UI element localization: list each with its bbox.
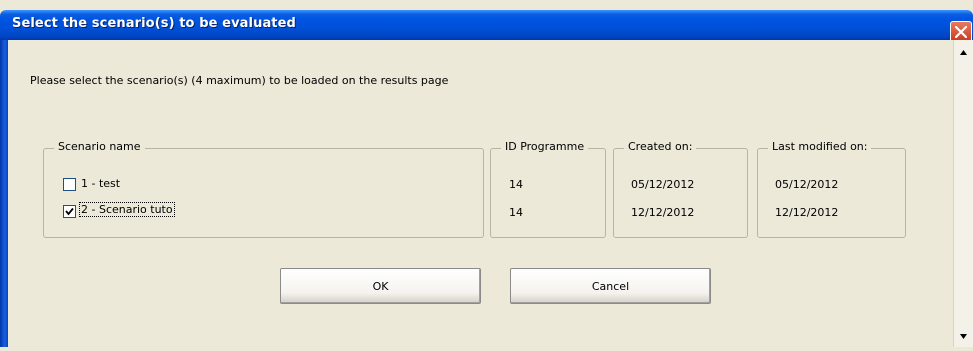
- id-programme-group: ID Programme: [490, 140, 606, 238]
- last-modified-header: Last modified on:: [768, 140, 872, 153]
- scenario-1-created: 05/12/2012: [631, 178, 695, 191]
- scenario-2-id: 14: [509, 206, 523, 219]
- scenario-1-label[interactable]: 1 - test: [81, 177, 120, 190]
- scroll-up-button[interactable]: [954, 42, 973, 64]
- scenario-2-created: 12/12/2012: [631, 206, 695, 219]
- scenario-2-label[interactable]: 2 - Scenario tuto: [79, 202, 175, 217]
- scenario-1-id: 14: [509, 178, 523, 191]
- title-bar[interactable]: Select the scenario(s) to be evaluated: [0, 10, 973, 43]
- dialog-title: Select the scenario(s) to be evaluated: [12, 16, 296, 31]
- arrow-down-icon: [960, 334, 967, 339]
- created-on-header: Created on:: [624, 140, 697, 153]
- scenario-1-modified: 05/12/2012: [775, 178, 839, 191]
- scenario-1-checkbox[interactable]: [63, 178, 76, 191]
- close-icon: [955, 26, 967, 38]
- scenario-2-checkbox[interactable]: [63, 205, 76, 218]
- scenario-2-modified: 12/12/2012: [775, 206, 839, 219]
- instruction-text: Please select the scenario(s) (4 maximum…: [30, 74, 449, 87]
- scenario-name-group: Scenario name: [43, 140, 484, 238]
- last-modified-group: Last modified on:: [757, 140, 906, 238]
- cancel-button[interactable]: Cancel: [510, 268, 711, 304]
- scroll-down-button[interactable]: [954, 327, 973, 347]
- checkmark-icon: [65, 207, 74, 216]
- created-on-group: Created on:: [613, 140, 748, 238]
- vertical-scrollbar[interactable]: [953, 40, 973, 347]
- arrow-up-icon: [960, 50, 967, 55]
- id-programme-header: ID Programme: [501, 140, 589, 153]
- ok-button[interactable]: OK: [280, 268, 481, 304]
- scenario-name-header: Scenario name: [54, 140, 145, 153]
- dialog-window: Select the scenario(s) to be evaluated P…: [0, 0, 973, 347]
- window-frame-left: [0, 40, 8, 347]
